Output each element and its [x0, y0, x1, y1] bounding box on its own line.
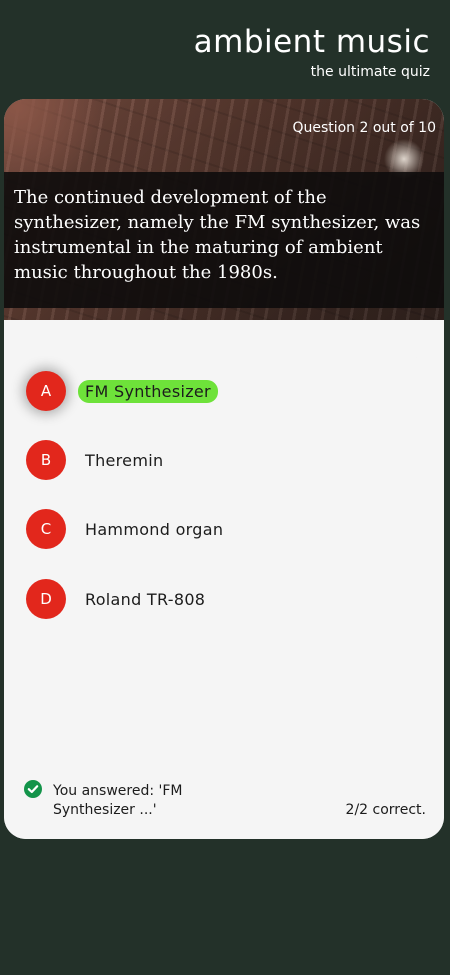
answer-feedback: You answered: 'FM Synthesizer ...' 2/2 c…	[4, 769, 444, 839]
option-label-d: Roland TR-808	[85, 589, 206, 609]
app-subtitle: the ultimate quiz	[310, 64, 430, 80]
option-label-b: Theremin	[85, 450, 164, 470]
app-title: ambient music	[193, 24, 430, 60]
option-label-c: Hammond organ	[85, 519, 224, 539]
answered-text: You answered: 'FM Synthesizer ...'	[53, 783, 183, 818]
score-text: 2/2 correct.	[345, 802, 426, 818]
answers-panel: A FM Synthesizer B Theremin C Hammond or…	[4, 320, 444, 839]
option-letter-b: B	[26, 440, 66, 480]
header: ambient music the ultimate quiz	[10, 0, 430, 80]
answer-option-a[interactable]: A FM Synthesizer	[26, 371, 218, 411]
option-label-a: FM Synthesizer	[78, 379, 218, 403]
option-letter-d: D	[26, 579, 66, 619]
check-circle-icon	[24, 780, 42, 798]
quiz-card: Question 2 out of 10 The continued devel…	[4, 99, 444, 839]
question-panel: The continued development of the synthes…	[4, 172, 444, 308]
question-progress: Question 2 out of 10	[292, 120, 436, 136]
option-letter-c: C	[26, 509, 66, 549]
answer-option-b[interactable]: B Theremin	[26, 440, 163, 480]
option-letter-a: A	[26, 371, 66, 411]
answer-option-c[interactable]: C Hammond organ	[26, 509, 223, 549]
question-text: The continued development of the synthes…	[14, 187, 421, 283]
answer-option-d[interactable]: D Roland TR-808	[26, 579, 205, 619]
